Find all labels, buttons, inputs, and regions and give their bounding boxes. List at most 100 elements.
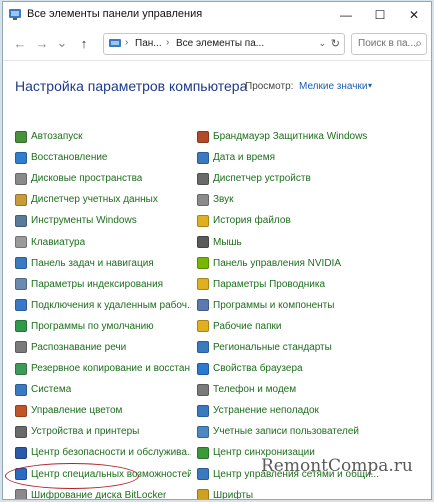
close-button[interactable]: ✕: [397, 2, 431, 28]
item-label: Звук: [213, 194, 234, 206]
control-panel-item[interactable]: Подключения к удаленным рабоч...: [15, 295, 191, 316]
item-icon: [15, 172, 27, 185]
control-panel-item[interactable]: Диспетчер устройств: [197, 168, 427, 189]
item-icon: [197, 425, 209, 438]
address-dropdown-icon[interactable]: ⌄: [318, 38, 326, 49]
item-icon: [197, 214, 209, 227]
address-bar[interactable]: › Пан... › Все элементы па... ⌄ ↻: [103, 33, 345, 55]
control-panel-item[interactable]: Клавиатура: [15, 231, 191, 252]
item-icon: [15, 214, 27, 227]
breadcrumb-separator: ›: [166, 37, 170, 48]
item-label: Автозапуск: [31, 131, 83, 143]
item-icon: [15, 151, 27, 164]
item-label: Свойства браузера: [213, 363, 303, 375]
control-panel-item[interactable]: Свойства браузера: [197, 358, 427, 379]
item-label: Параметры Проводника: [213, 278, 326, 290]
back-button[interactable]: ←: [11, 34, 29, 52]
item-icon: [15, 404, 27, 417]
item-icon: [197, 446, 209, 459]
item-label: Диспетчер учетных данных: [31, 194, 158, 206]
control-panel-item[interactable]: Панель задач и навигация: [15, 253, 191, 274]
item-icon: [197, 341, 209, 354]
control-panel-item[interactable]: Брандмауэр Защитника Windows: [197, 126, 427, 147]
item-label: Телефон и модем: [213, 384, 297, 396]
item-icon: [15, 257, 27, 270]
view-mode-link[interactable]: Мелкие значки: [299, 81, 367, 92]
control-panel-small-icon: [109, 39, 121, 47]
search-box[interactable]: Поиск в па... ⌕: [351, 33, 427, 55]
arrow-right-icon: →: [35, 35, 49, 51]
control-panel-item[interactable]: История файлов: [197, 210, 427, 231]
control-panel-item[interactable]: Региональные стандарты: [197, 337, 427, 358]
item-icon: [197, 257, 209, 270]
watermark: RemontCompa.ru: [261, 456, 413, 476]
control-panel-item[interactable]: Управление цветом: [15, 400, 191, 421]
breadcrumb-all-items[interactable]: Все элементы па...: [176, 38, 264, 49]
recent-locations-button[interactable]: ⌄: [53, 34, 71, 52]
close-icon: ✕: [408, 8, 420, 22]
item-label: Учетные записи пользователей: [213, 426, 359, 438]
item-label: Диспетчер устройств: [213, 173, 311, 185]
item-label: Устройства и принтеры: [31, 426, 140, 438]
control-panel-item[interactable]: Рабочие папки: [197, 316, 427, 337]
item-label: Система: [31, 384, 72, 396]
control-panel-item[interactable]: Программы и компоненты: [197, 295, 427, 316]
control-panel-item[interactable]: Программы по умолчанию: [15, 316, 191, 337]
breadcrumb-separator: ›: [125, 37, 129, 48]
item-label: Шифрование диска BitLocker: [31, 489, 167, 500]
item-icon: [197, 362, 209, 375]
item-icon: [15, 341, 27, 354]
item-icon: [197, 468, 209, 481]
control-panel-item[interactable]: Система: [15, 379, 191, 400]
window-title: Все элементы панели управления: [27, 8, 203, 20]
control-panel-item[interactable]: Автозапуск: [15, 126, 191, 147]
item-icon: [197, 236, 209, 249]
control-panel-item[interactable]: Параметры Проводника: [197, 274, 427, 295]
item-icon: [197, 320, 209, 333]
forward-button[interactable]: →: [33, 34, 51, 52]
control-panel-item[interactable]: Звук: [197, 189, 427, 210]
item-label: Дисковые пространства: [31, 173, 143, 185]
control-panel-item[interactable]: Центр безопасности и обслужива...: [15, 442, 191, 463]
control-panel-item[interactable]: Параметры индексирования: [15, 274, 191, 295]
refresh-icon[interactable]: ↻: [331, 37, 340, 50]
item-icon: [197, 130, 209, 143]
view-dropdown-icon[interactable]: ▾: [368, 81, 372, 90]
item-label: Резервное копирование и восстан...: [31, 363, 191, 375]
control-panel-item[interactable]: Распознавание речи: [15, 337, 191, 358]
items-column-right: Брандмауэр Защитника Windows Дата и время…: [197, 126, 427, 499]
item-icon: [197, 299, 209, 312]
item-icon: [15, 489, 27, 499]
control-panel-item[interactable]: Устройства и принтеры: [15, 421, 191, 442]
control-panel-item[interactable]: Диспетчер учетных данных: [15, 189, 191, 210]
search-placeholder: Поиск в па...: [358, 38, 416, 49]
item-icon: [15, 193, 27, 206]
highlight-circle: [5, 463, 139, 489]
item-icon: [15, 446, 27, 459]
control-panel-item[interactable]: Инструменты Windows: [15, 210, 191, 231]
up-button[interactable]: ↑: [75, 34, 93, 52]
control-panel-item[interactable]: Устранение неполадок: [197, 400, 427, 421]
control-panel-item[interactable]: Мышь: [197, 231, 427, 252]
item-label: Панель задач и навигация: [31, 257, 154, 269]
item-label: Программы и компоненты: [213, 299, 335, 311]
maximize-button[interactable]: ☐: [363, 2, 397, 28]
control-panel-item[interactable]: Панель управления NVIDIA: [197, 253, 427, 274]
control-panel-item[interactable]: Шрифты: [197, 485, 427, 499]
item-icon: [197, 489, 209, 499]
control-panel-item[interactable]: Телефон и модем: [197, 379, 427, 400]
control-panel-item[interactable]: Восстановление: [15, 147, 191, 168]
item-label: Восстановление: [31, 152, 108, 164]
control-panel-item[interactable]: Учетные записи пользователей: [197, 421, 427, 442]
minimize-button[interactable]: —: [329, 2, 363, 28]
item-label: Центр безопасности и обслужива...: [31, 447, 191, 459]
item-label: Региональные стандарты: [213, 341, 332, 353]
breadcrumb-control-panel[interactable]: Пан...: [135, 38, 162, 49]
control-panel-item[interactable]: Дисковые пространства: [15, 168, 191, 189]
item-icon: [15, 362, 27, 375]
control-panel-item[interactable]: Дата и время: [197, 147, 427, 168]
item-label: Параметры индексирования: [31, 278, 164, 290]
control-panel-item[interactable]: Резервное копирование и восстан...: [15, 358, 191, 379]
item-label: Программы по умолчанию: [31, 320, 154, 332]
arrow-up-icon: ↑: [80, 35, 88, 51]
